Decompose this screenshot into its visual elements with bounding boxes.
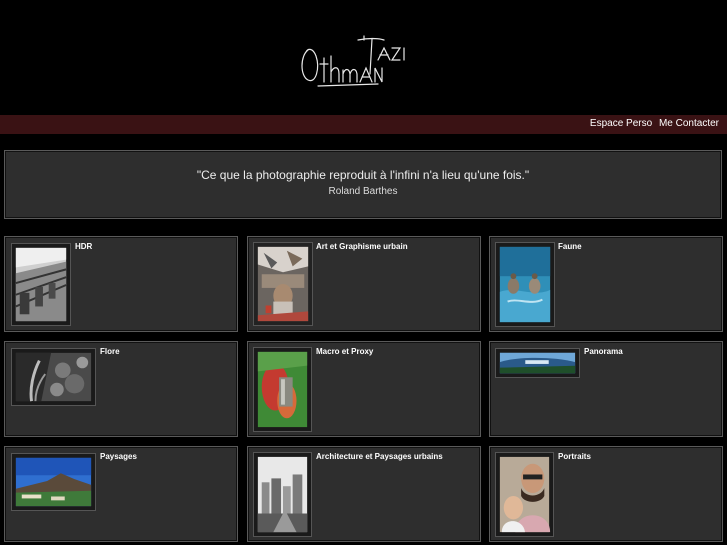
flora-thumbnail[interactable]: [11, 348, 96, 406]
gallery-card-portraits[interactable]: Portraits: [489, 446, 723, 542]
gallery-title-portraits[interactable]: Portraits: [558, 452, 591, 461]
nav-links: Espace Perso Me Contacter: [586, 118, 719, 129]
gallery-title-macro[interactable]: Macro et Proxy: [316, 347, 373, 356]
gallery-title-paysages[interactable]: Paysages: [100, 452, 137, 461]
top-navigation-bar: Espace Perso Me Contacter: [0, 115, 727, 134]
portrait-thumbnail[interactable]: [495, 452, 554, 537]
site-header: [0, 0, 727, 115]
gallery-card-hdr[interactable]: HDR: [4, 236, 238, 332]
gallery-card-art-urbain[interactable]: Art et Graphisme urbain: [247, 236, 481, 332]
architecture-thumbnail[interactable]: [253, 452, 312, 537]
quote-author: Roland Barthes: [328, 186, 398, 197]
gallery-title-art-urbain[interactable]: Art et Graphisme urbain: [316, 242, 408, 251]
gallery-title-panorama[interactable]: Panorama: [584, 347, 623, 356]
gallery-card-panorama[interactable]: Panorama: [489, 341, 723, 437]
nav-me-contacter-link[interactable]: Me Contacter: [659, 118, 719, 129]
quote-panel: "Ce que la photographie reproduit à l'in…: [4, 150, 722, 219]
landscape-thumbnail[interactable]: [11, 453, 96, 511]
fauna-thumbnail[interactable]: [495, 242, 555, 327]
gallery-title-flore[interactable]: Flore: [100, 347, 120, 356]
hdr-thumbnail[interactable]: [11, 243, 71, 326]
urban-art-thumbnail[interactable]: [253, 242, 313, 326]
gallery-title-faune[interactable]: Faune: [558, 242, 582, 251]
gallery-card-macro[interactable]: Macro et Proxy: [247, 341, 481, 437]
nav-espace-perso-link[interactable]: Espace Perso: [590, 118, 652, 129]
quote-text: "Ce que la photographie reproduit à l'in…: [196, 168, 530, 182]
panorama-thumbnail[interactable]: [495, 348, 580, 378]
signature-logo[interactable]: [298, 28, 408, 90]
gallery-card-flore[interactable]: Flore: [4, 341, 238, 437]
gallery-card-paysages[interactable]: Paysages: [4, 446, 238, 542]
gallery-title-hdr[interactable]: HDR: [75, 242, 92, 251]
gallery-card-architecture[interactable]: Architecture et Paysages urbains: [247, 446, 481, 542]
gallery-card-faune[interactable]: Faune: [489, 236, 723, 332]
macro-thumbnail[interactable]: [253, 347, 312, 432]
gallery-title-architecture[interactable]: Architecture et Paysages urbains: [316, 452, 443, 461]
